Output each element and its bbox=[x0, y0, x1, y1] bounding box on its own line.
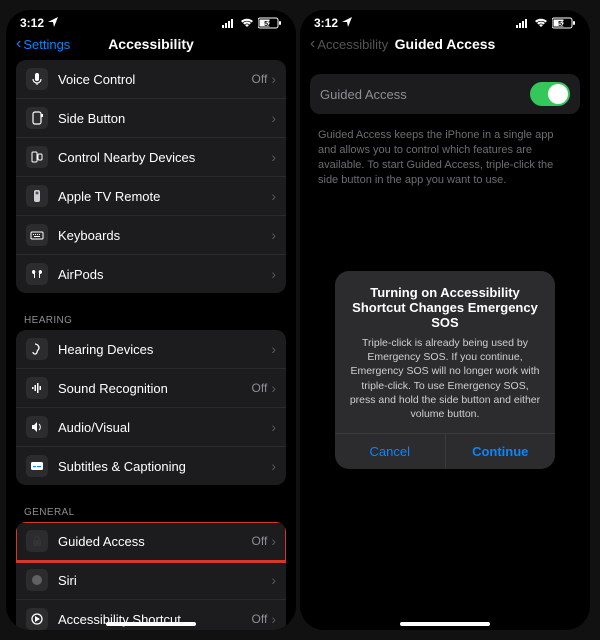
section-header-hearing: HEARING bbox=[6, 303, 296, 330]
nav-bar: ‹ Settings Accessibility bbox=[6, 32, 296, 60]
chevron-right-icon: › bbox=[271, 572, 276, 588]
row-subtitles[interactable]: Subtitles & Captioning› bbox=[16, 447, 286, 485]
chevron-right-icon: › bbox=[271, 533, 276, 549]
row-value: Off bbox=[252, 381, 268, 395]
wifi-icon bbox=[534, 18, 548, 28]
back-button[interactable]: ‹ Accessibility bbox=[310, 36, 388, 52]
group-hearing: Hearing Devices›Sound RecognitionOff›Aud… bbox=[16, 330, 286, 485]
row-label: Side Button bbox=[58, 111, 271, 126]
toggle-switch[interactable] bbox=[530, 82, 570, 106]
row-label: Guided Access bbox=[58, 534, 252, 549]
row-siri[interactable]: Siri› bbox=[16, 561, 286, 600]
signal-icon bbox=[516, 18, 530, 28]
section-header-general: GENERAL bbox=[6, 495, 296, 522]
row-label: Apple TV Remote bbox=[58, 189, 271, 204]
row-value: Off bbox=[252, 534, 268, 548]
toggle-label: Guided Access bbox=[320, 87, 530, 102]
page-title: Guided Access bbox=[395, 36, 496, 52]
row-label: Hearing Devices bbox=[58, 342, 271, 357]
row-sound-recognition[interactable]: Sound RecognitionOff› bbox=[16, 369, 286, 408]
svg-text:52: 52 bbox=[558, 21, 566, 28]
airpods-icon bbox=[26, 263, 48, 285]
svg-text:52: 52 bbox=[264, 21, 272, 28]
continue-button[interactable]: Continue bbox=[445, 434, 556, 469]
back-button[interactable]: ‹ Settings bbox=[16, 36, 70, 52]
clock: 3:12 bbox=[314, 16, 338, 30]
row-value: Off bbox=[252, 72, 268, 86]
row-label: Subtitles & Captioning bbox=[58, 459, 271, 474]
sound-icon bbox=[26, 377, 48, 399]
row-apple-tv-remote[interactable]: Apple TV Remote› bbox=[16, 177, 286, 216]
signal-icon bbox=[222, 18, 236, 28]
chevron-right-icon: › bbox=[271, 380, 276, 396]
keyboard-icon bbox=[26, 224, 48, 246]
chevron-right-icon: › bbox=[271, 110, 276, 126]
home-indicator[interactable] bbox=[106, 622, 196, 626]
chevron-right-icon: › bbox=[271, 458, 276, 474]
location-icon bbox=[48, 16, 58, 30]
cancel-button[interactable]: Cancel bbox=[335, 434, 445, 469]
row-side-button[interactable]: Side Button› bbox=[16, 99, 286, 138]
alert-dialog: Turning on Accessibility Shortcut Change… bbox=[335, 271, 555, 469]
chevron-right-icon: › bbox=[271, 149, 276, 165]
status-bar: 3:12 52 bbox=[6, 10, 296, 32]
chevron-right-icon: › bbox=[271, 611, 276, 627]
back-label: Settings bbox=[23, 37, 70, 52]
page-title: Accessibility bbox=[108, 36, 194, 52]
location-icon bbox=[342, 16, 352, 30]
remote-icon bbox=[26, 185, 48, 207]
row-audio-visual[interactable]: Audio/Visual› bbox=[16, 408, 286, 447]
toggle-description: Guided Access keeps the iPhone in a sing… bbox=[300, 124, 590, 187]
group-general: Guided AccessOff›Siri›Accessibility Shor… bbox=[16, 522, 286, 630]
chevron-right-icon: › bbox=[271, 341, 276, 357]
battery-icon: 52 bbox=[552, 17, 576, 29]
chevron-right-icon: › bbox=[271, 227, 276, 243]
phone-left: 3:12 52 ‹ Settings Accessibility Voice C… bbox=[6, 10, 296, 630]
row-hearing-devices[interactable]: Hearing Devices› bbox=[16, 330, 286, 369]
row-guided-access[interactable]: Guided AccessOff› bbox=[16, 522, 286, 561]
clock: 3:12 bbox=[20, 16, 44, 30]
chevron-right-icon: › bbox=[271, 419, 276, 435]
battery-icon: 52 bbox=[258, 17, 282, 29]
siri-icon bbox=[26, 569, 48, 591]
row-label: Sound Recognition bbox=[58, 381, 252, 396]
voice-control-icon bbox=[26, 68, 48, 90]
phone-right: 3:12 52 ‹ Accessibility Guided Access Gu… bbox=[300, 10, 590, 630]
nav-bar: ‹ Accessibility Guided Access bbox=[300, 32, 590, 60]
chevron-right-icon: › bbox=[271, 71, 276, 87]
back-label: Accessibility bbox=[317, 37, 388, 52]
chevron-right-icon: › bbox=[271, 188, 276, 204]
group-guided-access: Guided Access bbox=[310, 74, 580, 114]
chevron-left-icon: ‹ bbox=[310, 36, 315, 52]
status-bar: 3:12 52 bbox=[300, 10, 590, 32]
row-label: Siri bbox=[58, 573, 271, 588]
audiovis-icon bbox=[26, 416, 48, 438]
home-indicator[interactable] bbox=[400, 622, 490, 626]
lock-icon bbox=[26, 530, 48, 552]
alert-title: Turning on Accessibility Shortcut Change… bbox=[335, 271, 555, 336]
row-guided-access-toggle[interactable]: Guided Access bbox=[310, 74, 580, 114]
row-label: AirPods bbox=[58, 267, 271, 282]
side-button-icon bbox=[26, 107, 48, 129]
row-airpods[interactable]: AirPods› bbox=[16, 255, 286, 293]
row-control-nearby[interactable]: Control Nearby Devices› bbox=[16, 138, 286, 177]
row-keyboards[interactable]: Keyboards› bbox=[16, 216, 286, 255]
subtitles-icon bbox=[26, 455, 48, 477]
wifi-icon bbox=[240, 18, 254, 28]
row-label: Voice Control bbox=[58, 72, 252, 87]
group-physical: Voice ControlOff›Side Button›Control Nea… bbox=[16, 60, 286, 293]
ear-icon bbox=[26, 338, 48, 360]
row-voice-control[interactable]: Voice ControlOff› bbox=[16, 60, 286, 99]
row-label: Audio/Visual bbox=[58, 420, 271, 435]
row-label: Control Nearby Devices bbox=[58, 150, 271, 165]
row-value: Off bbox=[252, 612, 268, 626]
nearby-icon bbox=[26, 146, 48, 168]
chevron-left-icon: ‹ bbox=[16, 36, 21, 52]
chevron-right-icon: › bbox=[271, 266, 276, 282]
row-label: Keyboards bbox=[58, 228, 271, 243]
shortcut-icon bbox=[26, 608, 48, 630]
alert-message: Triple-click is already being used by Em… bbox=[335, 336, 555, 433]
